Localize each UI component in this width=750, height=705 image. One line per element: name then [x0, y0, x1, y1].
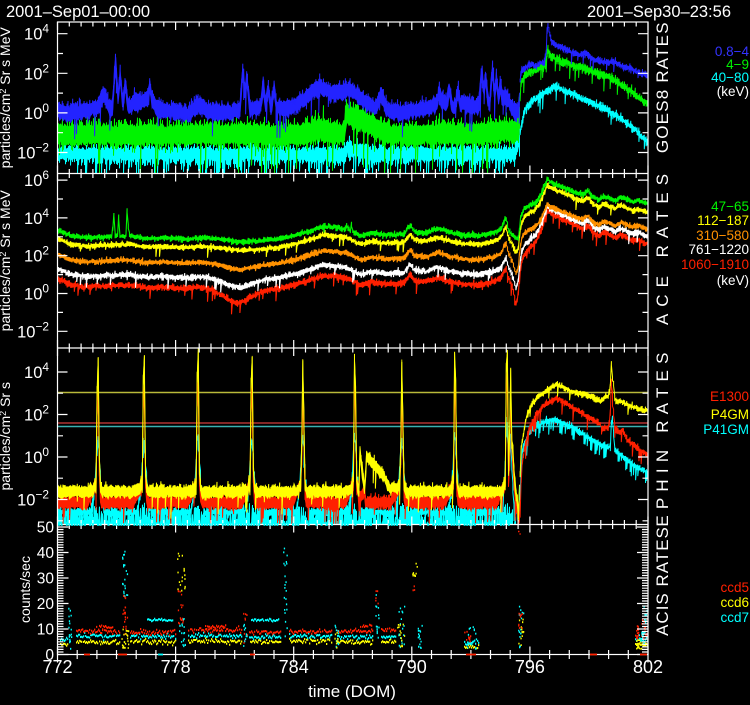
svg-text:802: 802 [633, 657, 663, 677]
svg-text:GOES8 RATES: GOES8 RATES [653, 21, 672, 153]
svg-text:ccd6: ccd6 [720, 595, 749, 610]
svg-text:40−80: 40−80 [711, 70, 749, 85]
svg-text:2001–Sep30–23:56: 2001–Sep30–23:56 [587, 3, 731, 21]
svg-text:ccd7: ccd7 [720, 610, 749, 625]
svg-text:50: 50 [37, 520, 55, 537]
svg-text:778: 778 [161, 657, 191, 677]
svg-text:1060−1910: 1060−1910 [681, 257, 749, 272]
svg-text:30: 30 [37, 571, 55, 588]
svg-text:796: 796 [515, 657, 545, 677]
svg-text:784: 784 [279, 657, 309, 677]
svg-text:particles/cm2 Sr s MeV: particles/cm2 Sr s MeV [0, 190, 13, 332]
svg-text:310−580: 310−580 [696, 228, 749, 243]
svg-text:790: 790 [397, 657, 427, 677]
svg-text:P41GM: P41GM [703, 422, 749, 437]
svg-text:40: 40 [37, 545, 55, 562]
svg-text:772: 772 [42, 657, 72, 677]
svg-text:particles/cm2 Sr s: particles/cm2 Sr s [0, 382, 13, 490]
svg-text:ACE RATES: ACE RATES [653, 167, 672, 325]
svg-text:(keV): (keV) [717, 84, 749, 99]
svg-text:2001–Sep01–00:00: 2001–Sep01–00:00 [6, 3, 150, 21]
svg-text:761−1220: 761−1220 [689, 242, 749, 257]
svg-text:EPHIN RATES: EPHIN RATES [653, 346, 672, 526]
svg-text:112−187: 112−187 [697, 213, 749, 228]
svg-text:ccd5: ccd5 [720, 580, 749, 595]
svg-text:time (DOM): time (DOM) [308, 682, 396, 700]
svg-text:(keV): (keV) [717, 273, 749, 288]
svg-text:particles/cm2 Sr s MeV: particles/cm2 Sr s MeV [0, 27, 13, 169]
svg-text:counts/sec: counts/sec [17, 556, 33, 623]
svg-text:20: 20 [37, 596, 55, 613]
svg-text:ACIS RATES: ACIS RATES [653, 526, 672, 636]
svg-text:P4GM: P4GM [711, 407, 749, 422]
svg-text:47−65: 47−65 [711, 199, 749, 214]
svg-text:10: 10 [37, 622, 55, 639]
svg-text:E1300: E1300 [710, 389, 749, 404]
